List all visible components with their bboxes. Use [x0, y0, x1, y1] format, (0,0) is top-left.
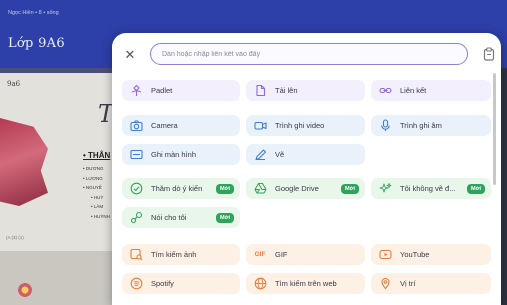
option-label: Google Drive	[275, 184, 319, 193]
option-link[interactable]: Liên kết	[371, 80, 491, 101]
option-draw[interactable]: Vẽ	[246, 144, 365, 165]
new-badge: Mới	[340, 183, 359, 194]
option-label: Tìm kiếm trên web	[275, 279, 337, 288]
option-google-drive[interactable]: Google Drive Mới	[246, 178, 365, 199]
padlet-icon	[129, 84, 143, 98]
option-camera[interactable]: Camera	[122, 115, 240, 136]
option-screen-recorder[interactable]: Ghi màn hình	[122, 144, 240, 165]
option-label: Trình ghi video	[275, 121, 325, 130]
option-label: Trình ghi âm	[400, 121, 442, 130]
add-content-modal: ✕ Padlet Tải lên Liên kết Camera	[112, 33, 501, 305]
microphone-icon	[378, 119, 392, 133]
option-upload[interactable]: Tải lên	[246, 80, 365, 101]
speech-icon	[129, 211, 143, 225]
option-spotify[interactable]: Spotify	[122, 273, 240, 294]
board-breadcrumb: Ngọc Hiền • 8 • sống	[8, 10, 59, 16]
board-title: Lớp 9A6	[8, 36, 65, 51]
option-ai-draw[interactable]: Tôi không vẽ đ... Mới	[371, 178, 491, 199]
post-line: • NGUYỄ	[83, 185, 102, 190]
new-badge: Mới	[215, 183, 234, 194]
post-heading: • THÂN	[83, 151, 111, 160]
modal-scrollbar[interactable]	[493, 73, 496, 185]
globe-icon	[253, 277, 267, 291]
gif-icon: GIF	[254, 251, 266, 258]
option-image-search[interactable]: Tìm kiếm ảnh	[122, 244, 240, 265]
option-label: Vẽ	[275, 150, 285, 159]
option-label: YouTube	[400, 250, 430, 259]
post-line: • HUỲNH	[91, 213, 110, 219]
sparkle-icon	[378, 182, 392, 196]
post-lines: • DƯƠNG • LƯƠNG • NGUYỄ • HUỲ • LÂM • HU…	[83, 164, 110, 221]
option-location[interactable]: Vị trí	[371, 273, 491, 294]
google-drive-icon	[253, 182, 267, 196]
option-video-recorder[interactable]: Trình ghi video	[246, 115, 365, 136]
option-label: Ghi màn hình	[151, 150, 197, 159]
option-web-search[interactable]: Tìm kiếm trên web	[246, 273, 365, 294]
option-label: Tìm kiếm ảnh	[151, 250, 197, 259]
youtube-icon	[378, 248, 392, 262]
option-label: Nói cho tôi	[151, 213, 187, 222]
option-label: Tôi không vẽ đ...	[400, 184, 456, 193]
post-line: • DƯƠNG	[83, 166, 104, 171]
option-label: Vị trí	[400, 279, 416, 288]
post-card-bottom	[0, 251, 112, 305]
pen-icon	[253, 148, 267, 162]
spotify-icon	[129, 277, 143, 291]
close-icon[interactable]: ✕	[122, 47, 138, 63]
option-talk[interactable]: Nói cho tôi Mới	[122, 207, 240, 228]
clipboard-icon	[483, 47, 495, 61]
option-audio-recorder[interactable]: Trình ghi âm	[371, 115, 491, 136]
camera-icon	[129, 119, 143, 133]
option-gif[interactable]: GIF GIF	[246, 244, 365, 265]
screen-record-icon	[129, 148, 143, 162]
option-padlet[interactable]: Padlet	[122, 80, 240, 101]
link-input[interactable]	[150, 43, 468, 65]
post-line: • LƯƠNG	[83, 175, 103, 181]
new-badge: Mới	[466, 183, 485, 194]
flower-icon	[17, 282, 33, 298]
option-label: Thăm dò ý kiến	[151, 184, 203, 193]
clipboard-button[interactable]	[483, 47, 495, 61]
image-search-icon	[129, 248, 143, 262]
option-label: Padlet	[151, 86, 173, 95]
post-card-label: 9a6	[7, 80, 21, 88]
option-label: Spotify	[151, 279, 174, 288]
link-icon	[378, 84, 392, 98]
video-camera-icon	[253, 119, 267, 133]
option-label: Liên kết	[400, 86, 427, 95]
new-badge: Mới	[215, 212, 234, 223]
option-label: Camera	[151, 121, 178, 130]
post-footer: (A (3) (1)	[6, 235, 24, 240]
option-label: GIF	[275, 250, 288, 259]
option-youtube[interactable]: YouTube	[371, 244, 491, 265]
post-line: • HUỲ	[91, 194, 104, 200]
option-poll[interactable]: Thăm dò ý kiến Mới	[122, 178, 240, 199]
option-label: Tải lên	[275, 86, 298, 95]
post-line: • LÂM	[91, 204, 104, 209]
poll-icon	[129, 182, 143, 196]
map-pin-icon	[378, 277, 392, 291]
file-upload-icon	[253, 84, 267, 98]
